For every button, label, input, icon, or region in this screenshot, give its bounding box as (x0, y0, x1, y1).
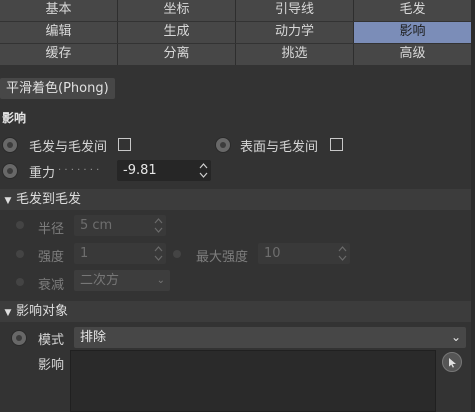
gravity-dots: . . . . . . . (58, 162, 100, 173)
mode-radio[interactable] (11, 330, 27, 346)
mode-value: 排除 (80, 330, 107, 345)
spinner-arrows-icon[interactable] (199, 162, 208, 179)
tab-bar: 基本 坐标 引导线 毛发 编辑 生成 动力学 影响 缓存 分离 挑选 高级 (0, 0, 471, 66)
tab-cache[interactable]: 缓存 (0, 44, 118, 65)
gravity-radio[interactable] (2, 163, 18, 179)
strength-value: 1 (80, 246, 89, 261)
surface-to-hair-radio[interactable] (215, 137, 231, 153)
surface-to-hair-label: 表面与毛发间 (240, 140, 319, 155)
hair-to-hair-radio[interactable] (2, 137, 18, 153)
tab-edit[interactable]: 编辑 (0, 22, 118, 43)
chevron-down-icon: ⌄ (156, 275, 165, 286)
strength-label: 强度 (38, 250, 65, 265)
section-title: 影响 (2, 111, 27, 125)
mode-label: 模式 (38, 333, 65, 348)
tab-hairs[interactable]: 毛发 (354, 0, 471, 21)
tab-coord[interactable]: 坐标 (118, 0, 236, 21)
hair-to-hair-checkbox[interactable] (118, 138, 131, 151)
gravity-input[interactable]: -9.81 (117, 160, 211, 181)
mode-dropdown[interactable]: 排除 ⌄ (74, 327, 466, 348)
spinner-arrows-icon[interactable] (338, 245, 347, 262)
falloff-radio[interactable] (16, 278, 24, 286)
scrollbar[interactable] (471, 0, 475, 412)
pick-arrow-icon[interactable] (442, 352, 462, 372)
influence-list-label: 影响 (38, 358, 65, 373)
gravity-value: -9.81 (123, 163, 157, 178)
tab-row-1: 基本 坐标 引导线 毛发 (0, 0, 471, 21)
tab-generate[interactable]: 生成 (118, 22, 236, 43)
tab-phong[interactable]: 平滑着色(Phong) (0, 78, 115, 99)
strength-radio[interactable] (16, 250, 24, 258)
radius-radio[interactable] (16, 221, 24, 229)
tab-select[interactable]: 挑选 (236, 44, 354, 65)
spinner-arrows-icon[interactable] (154, 245, 163, 262)
tab-guides[interactable]: 引导线 (236, 0, 354, 21)
max-strength-radio[interactable] (173, 250, 181, 258)
tab-influence[interactable]: 影响 (354, 22, 471, 43)
radius-input[interactable]: 5 cm (74, 215, 166, 236)
gravity-label: 重力 (29, 166, 56, 181)
tab-row-2: 编辑 生成 动力学 影响 (0, 22, 471, 43)
surface-to-hair-checkbox[interactable] (330, 138, 343, 151)
falloff-label: 衰减 (38, 278, 65, 293)
triangle-down-icon: ▼ (4, 196, 12, 206)
hair-to-hair-label: 毛发与毛发间 (29, 140, 108, 155)
max-strength-value: 10 (264, 246, 281, 261)
tab-detach[interactable]: 分离 (118, 44, 236, 65)
falloff-value: 二次方 (80, 273, 120, 288)
subtab-bar: 平滑着色(Phong) (0, 78, 115, 99)
strength-input[interactable]: 1 (74, 243, 166, 264)
falloff-dropdown[interactable]: 二次方 ⌄ (74, 270, 170, 291)
radius-value: 5 cm (80, 218, 113, 233)
group-influence-objects-title: 影响对象 (16, 304, 69, 319)
spinner-arrows-icon[interactable] (154, 217, 163, 234)
tab-row-3: 缓存 分离 挑选 高级 (0, 44, 471, 65)
influence-object-list[interactable] (70, 350, 436, 412)
tab-dynamics[interactable]: 动力学 (236, 22, 354, 43)
chevron-down-icon: ⌄ (450, 330, 461, 344)
tab-advanced[interactable]: 高级 (354, 44, 471, 65)
max-strength-label: 最大强度 (196, 250, 249, 265)
radius-label: 半径 (38, 222, 65, 237)
group-hair-to-hair-title: 毛发到毛发 (16, 192, 82, 207)
triangle-down-icon: ▼ (4, 308, 12, 318)
group-hair-to-hair[interactable]: ▼ 毛发到毛发 (0, 189, 471, 210)
tab-basic[interactable]: 基本 (0, 0, 118, 21)
group-influence-objects[interactable]: ▼ 影响对象 (0, 301, 471, 322)
max-strength-input[interactable]: 10 (258, 243, 350, 264)
